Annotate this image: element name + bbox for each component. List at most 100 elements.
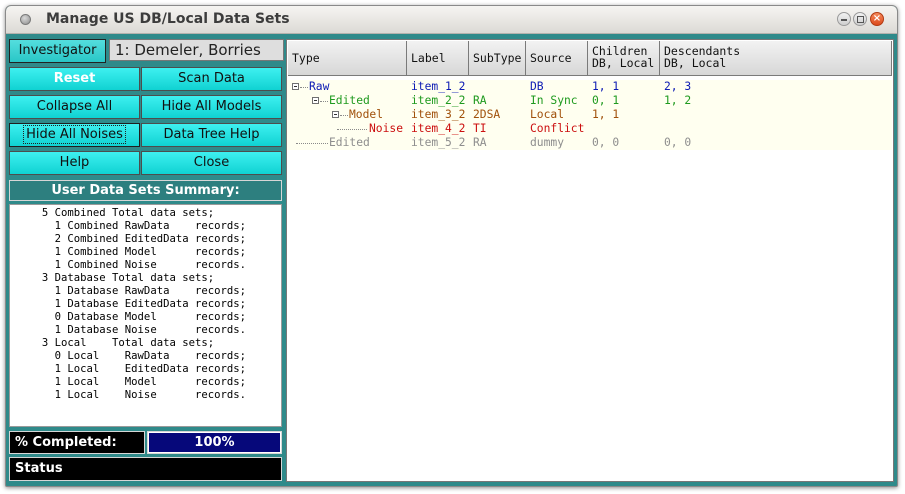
summary-line: 2 Combined EditedData records; xyxy=(10,233,246,245)
tree-guide-line xyxy=(340,115,348,116)
column-header-type-label: Type xyxy=(292,51,320,65)
row-label: item_2_2 xyxy=(411,94,466,107)
collapse-all-button[interactable]: Collapse All xyxy=(9,95,140,119)
row-descendants: 2, 3 xyxy=(664,80,692,93)
summary-line: 1 Combined RawData records; xyxy=(10,220,246,232)
row-type: Edited xyxy=(329,94,370,107)
row-subtype: TI xyxy=(473,122,487,135)
summary-line: 1 Local Noise records. xyxy=(10,389,246,401)
row-label: item_4_2 xyxy=(411,122,466,135)
progress-bar: 100% xyxy=(147,431,282,454)
row-label: item_5_2 xyxy=(411,136,466,149)
tree-row-edited[interactable]: Edited item_2_2 RA In Sync 0, 1 1, 2 xyxy=(287,94,892,108)
row-subtype: RA xyxy=(473,94,487,107)
tree-row-edited-dummy[interactable]: Edited item_5_2 RA dummy 0, 0 0, 0 xyxy=(287,136,892,150)
help-button-label: Help xyxy=(59,155,90,170)
row-type: Edited xyxy=(329,136,370,149)
row-subtype: 2DSA xyxy=(473,108,501,121)
row-source: dummy xyxy=(530,136,565,149)
reset-button[interactable]: Reset xyxy=(9,67,140,91)
row-type: Noise xyxy=(369,122,404,135)
row-label: item_1_2 xyxy=(411,80,466,93)
summary-text-area[interactable]: 5 Combined Total data sets; 1 Combined R… xyxy=(9,204,282,427)
summary-line: 1 Database RawData records; xyxy=(10,285,246,297)
row-source: DB xyxy=(530,80,544,93)
column-header-label-label: Label xyxy=(411,51,446,65)
row-children: 1, 1 xyxy=(592,108,620,121)
close-icon: × xyxy=(872,13,882,24)
tree-row-raw[interactable]: Raw item_1_2 DB 1, 1 2, 3 xyxy=(287,80,892,94)
summary-line: 1 Combined Noise records. xyxy=(10,259,246,271)
row-children: 0, 0 xyxy=(592,136,620,149)
window-close-button[interactable]: × xyxy=(870,12,884,26)
title-bar[interactable]: Manage US DB/Local Data Sets × xyxy=(6,6,897,34)
row-children: 1, 1 xyxy=(592,80,620,93)
progress-percent: 100% xyxy=(194,435,235,450)
summary-line: 1 Local Model records; xyxy=(10,376,246,388)
row-source: Local xyxy=(530,108,565,121)
reset-button-label: Reset xyxy=(53,71,96,86)
investigator-button[interactable]: Investigator xyxy=(9,39,106,63)
summary-line: 5 Combined Total data sets; xyxy=(10,207,215,219)
collapse-toggle-icon[interactable] xyxy=(332,111,339,118)
tree-guide-line xyxy=(296,143,328,144)
close-button-label: Close xyxy=(193,155,230,170)
summary-line: 3 Database Total data sets; xyxy=(10,272,215,284)
summary-line: 3 Local Total data sets; xyxy=(10,337,215,349)
scan-data-button[interactable]: Scan Data xyxy=(141,67,282,91)
summary-line: 0 Database Model records; xyxy=(10,311,246,323)
investigator-button-label: Investigator xyxy=(18,43,97,58)
summary-line: 0 Local RawData records; xyxy=(10,350,246,362)
row-children: 0, 1 xyxy=(592,94,620,107)
status-bar: Status xyxy=(9,457,282,481)
tree-guide-line xyxy=(337,129,367,130)
collapse-toggle-icon[interactable] xyxy=(312,97,319,104)
row-label: item_3_2 xyxy=(411,108,466,121)
summary-line: 1 Local EditedData records; xyxy=(10,363,246,375)
collapse-toggle-icon[interactable] xyxy=(292,83,299,90)
column-header-children-line2: DB, Local xyxy=(592,56,655,70)
progress-label: % Completed: xyxy=(9,431,145,454)
row-descendants: 0, 0 xyxy=(664,136,692,149)
manage-data-sets-window: Manage US DB/Local Data Sets × Investiga… xyxy=(5,5,898,487)
hide-all-noises-button[interactable]: Hide All Noises xyxy=(9,123,140,147)
maximize-button[interactable] xyxy=(853,12,867,26)
hide-all-noises-button-label: Hide All Noises xyxy=(23,125,126,144)
data-tree-help-button-label: Data Tree Help xyxy=(163,127,260,142)
column-header-children[interactable]: Children DB, Local xyxy=(588,41,660,76)
help-button[interactable]: Help xyxy=(9,151,140,175)
tree-row-noise[interactable]: Noise item_4_2 TI Conflict xyxy=(287,122,892,136)
minimize-icon xyxy=(841,19,847,21)
tree-guide-line xyxy=(300,87,308,88)
column-header-descendants[interactable]: Descendants DB, Local xyxy=(660,41,892,76)
window-title: Manage US DB/Local Data Sets xyxy=(46,11,290,27)
row-source: In Sync xyxy=(530,94,578,107)
row-descendants: 1, 2 xyxy=(664,94,692,107)
column-header-source-label: Source xyxy=(530,51,572,65)
column-header-type[interactable]: Type xyxy=(288,41,407,76)
close-button[interactable]: Close xyxy=(141,151,282,175)
data-tree[interactable]: Type Label SubType Source Children DB, Lo… xyxy=(286,39,894,482)
data-tree-help-button[interactable]: Data Tree Help xyxy=(141,123,282,147)
hide-all-models-button[interactable]: Hide All Models xyxy=(141,95,282,119)
row-source: Conflict xyxy=(530,122,585,135)
row-subtype: RA xyxy=(473,136,487,149)
scan-data-button-label: Scan Data xyxy=(178,71,245,86)
column-header-label[interactable]: Label xyxy=(407,41,469,76)
window-menu-icon[interactable] xyxy=(20,14,31,25)
maximize-icon xyxy=(857,16,864,23)
tree-guide-line xyxy=(320,101,328,102)
tree-row-model[interactable]: Model item_3_2 2DSA Local 1, 1 xyxy=(287,108,892,122)
hide-all-models-button-label: Hide All Models xyxy=(161,99,262,114)
summary-line: 1 Database EditedData records; xyxy=(10,298,246,310)
minimize-button[interactable] xyxy=(837,12,851,26)
summary-title: User Data Sets Summary: xyxy=(9,180,282,201)
column-header-subtype[interactable]: SubType xyxy=(469,41,526,76)
collapse-all-button-label: Collapse All xyxy=(36,99,113,114)
column-header-source[interactable]: Source xyxy=(526,41,588,76)
column-header-descendants-line2: DB, Local xyxy=(664,56,727,70)
summary-line: 1 Combined Model records; xyxy=(10,246,246,258)
summary-line: 1 Database Noise records. xyxy=(10,324,246,336)
row-type: Model xyxy=(349,108,384,121)
column-header-subtype-label: SubType xyxy=(473,51,522,65)
